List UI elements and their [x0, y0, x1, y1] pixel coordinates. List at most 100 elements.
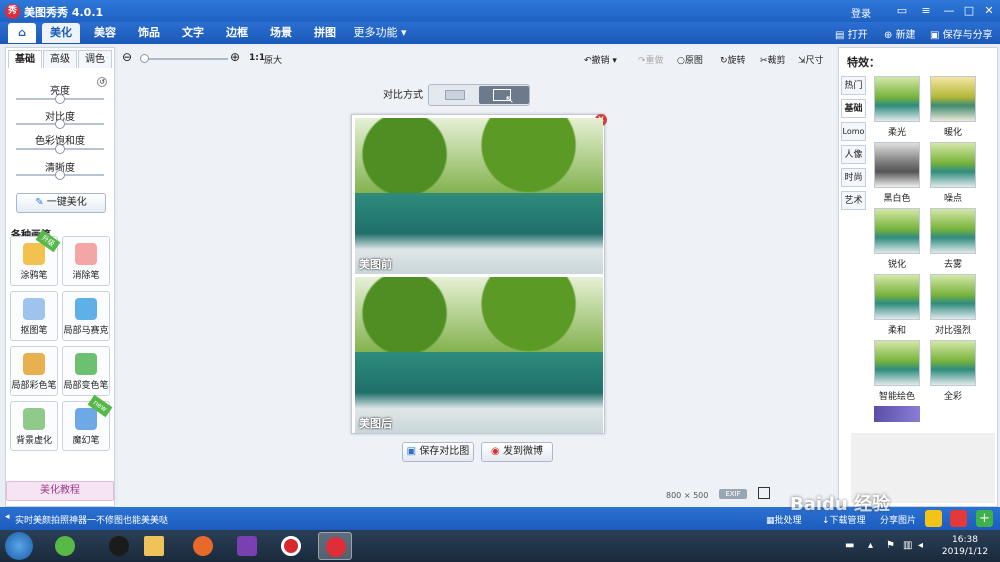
tab-beautify[interactable]: 美化: [42, 23, 80, 43]
zoom-slider[interactable]: [140, 54, 228, 63]
effect-label: 智能绘色: [878, 392, 915, 402]
side-by-side-button[interactable]: [431, 86, 481, 104]
rotate-button[interactable]: ↻旋转: [720, 53, 746, 66]
brush-mosaic[interactable]: 局部马赛克: [62, 291, 110, 341]
saturation-knob[interactable]: [55, 144, 65, 154]
contrast-knob[interactable]: [55, 119, 65, 129]
size-button[interactable]: ⇲尺寸: [798, 53, 824, 66]
effect-full-color[interactable]: 全彩: [928, 340, 978, 402]
tray-keyboard-icon[interactable]: ▬: [845, 540, 854, 551]
doodle-brush-icon: [23, 243, 45, 265]
brush-bg-blur[interactable]: 背景虚化: [10, 401, 58, 451]
tab-decor[interactable]: 饰品: [130, 23, 168, 43]
cat-fashion[interactable]: 时尚: [841, 168, 866, 187]
speaker-icon: ◂: [5, 512, 10, 522]
effect-noise[interactable]: 噪点: [928, 142, 978, 204]
effect-dehaze[interactable]: 去雾: [928, 208, 978, 270]
sharpness-slider[interactable]: [16, 170, 104, 180]
save-compare-button[interactable]: ▣ 保存对比图: [402, 442, 474, 462]
fullscreen-icon[interactable]: [758, 487, 770, 499]
zoom-in-icon[interactable]: ⊕: [230, 50, 240, 64]
meitu-icon: [326, 537, 346, 557]
tab-text[interactable]: 文字: [174, 23, 212, 43]
effect-soft[interactable]: 柔和: [872, 274, 922, 336]
saturation-slider[interactable]: [16, 144, 104, 154]
cat-lomo[interactable]: Lomo: [841, 122, 866, 141]
sharpness-knob[interactable]: [55, 170, 65, 180]
taskbar-app-qq[interactable]: [102, 532, 136, 560]
tab-basic[interactable]: 基础: [8, 50, 42, 68]
start-button[interactable]: [5, 532, 33, 560]
cat-hot[interactable]: 热门: [841, 76, 866, 95]
top-bottom-button[interactable]: ↖: [479, 86, 529, 106]
contrast-slider[interactable]: [16, 119, 104, 129]
brush-magic[interactable]: 魔幻笔 new: [62, 394, 113, 451]
taskbar-app-firefox[interactable]: [186, 532, 220, 560]
zoom-ratio[interactable]: 1:1: [249, 53, 265, 63]
skin-icon[interactable]: ▭: [893, 3, 911, 18]
tab-face[interactable]: 美容: [86, 23, 124, 43]
cat-portrait[interactable]: 人像: [841, 145, 866, 164]
brush-eraser[interactable]: 消除笔: [62, 236, 110, 286]
effect-smart-color[interactable]: 智能绘色: [872, 340, 922, 402]
tray-up-icon[interactable]: ▴: [868, 540, 873, 551]
brush-cutout[interactable]: 抠图笔: [10, 291, 58, 341]
system-clock[interactable]: 16:38 2019/1/12: [935, 534, 995, 558]
tray-flag-icon[interactable]: ⚑: [886, 540, 895, 551]
effect-sharpen[interactable]: 锐化: [872, 208, 922, 270]
brush-local-color[interactable]: 局部彩色笔: [10, 346, 58, 396]
tutorial-button[interactable]: 美化教程: [6, 481, 114, 501]
effect-high-contrast[interactable]: 对比强烈: [928, 274, 978, 336]
login-link[interactable]: 登录: [851, 5, 871, 20]
brush-doodle[interactable]: 涂鸦笔 升级: [10, 229, 61, 286]
tray-network-icon[interactable]: ▥: [903, 540, 912, 551]
taskbar-app-explorer[interactable]: [137, 532, 171, 560]
tab-border[interactable]: 边框: [218, 23, 256, 43]
menu-icon[interactable]: ≡: [917, 3, 935, 18]
star-icon[interactable]: [925, 510, 942, 527]
taskbar-app-recorder[interactable]: [274, 532, 308, 560]
redo-button[interactable]: ↷重做: [638, 53, 664, 66]
rotate-label: 旋转: [727, 56, 746, 66]
effect-black-white[interactable]: 黑白色: [872, 142, 922, 204]
taskbar-app-player[interactable]: [230, 532, 264, 560]
close-button[interactable]: ✕: [980, 3, 998, 18]
zoom-out-icon[interactable]: ⊖: [122, 50, 132, 64]
effect-warm[interactable]: 暖化: [928, 76, 978, 138]
zoom-fit[interactable]: 原大: [264, 53, 282, 66]
weibo-icon[interactable]: [950, 510, 967, 527]
tab-advanced[interactable]: 高级: [43, 50, 77, 68]
tray-volume-icon[interactable]: ◂: [918, 540, 923, 551]
plus-icon[interactable]: +: [976, 510, 993, 527]
app-window: 秀 美图秀秀 4.0.1 登录 ▭ ≡ — □ ✕ ⌂ 美化 美容 饰品 文字 …: [0, 0, 1000, 530]
undo-button[interactable]: ↶撤销 ▾: [584, 53, 617, 66]
brightness-knob[interactable]: [55, 94, 65, 104]
brush-label: 背景虚化: [15, 436, 52, 446]
taskbar-app-browser[interactable]: [48, 532, 82, 560]
tab-color[interactable]: 调色: [78, 50, 112, 68]
tab-more[interactable]: 更多功能 ▾: [350, 23, 410, 43]
brush-recolor[interactable]: 局部变色笔: [62, 346, 110, 396]
brightness-slider[interactable]: [16, 94, 104, 104]
exif-badge[interactable]: EXIF: [719, 489, 747, 499]
maximize-button[interactable]: □: [960, 3, 978, 18]
taskbar-app-meitu[interactable]: [318, 532, 352, 560]
weibo-icon: ◉: [491, 446, 503, 457]
save-share-button[interactable]: ▣ 保存与分享: [930, 26, 993, 41]
home-icon[interactable]: ⌂: [8, 23, 36, 43]
status-message[interactable]: 实时美颜拍照神器一不修图也能美美哒: [15, 513, 168, 526]
one-key-beautify-button[interactable]: ✎ 一键美化: [16, 193, 106, 213]
cat-basic[interactable]: 基础: [841, 99, 866, 118]
open-button[interactable]: ▤ 打开: [835, 26, 868, 41]
cat-art[interactable]: 艺术: [841, 191, 866, 210]
tab-collage[interactable]: 拼图: [306, 23, 344, 43]
effect-thumb-partial[interactable]: [874, 406, 920, 422]
zoom-knob[interactable]: [140, 54, 149, 63]
weibo-button[interactable]: ◉ 发到微博: [481, 442, 553, 462]
new-button[interactable]: ⊕ 新建: [884, 26, 916, 41]
original-button[interactable]: ○原图: [677, 53, 703, 66]
crop-button[interactable]: ✂裁剪: [760, 53, 786, 66]
tab-scene[interactable]: 场景: [262, 23, 300, 43]
effect-soft-light[interactable]: 柔光: [872, 76, 922, 138]
minimize-button[interactable]: —: [940, 3, 958, 18]
